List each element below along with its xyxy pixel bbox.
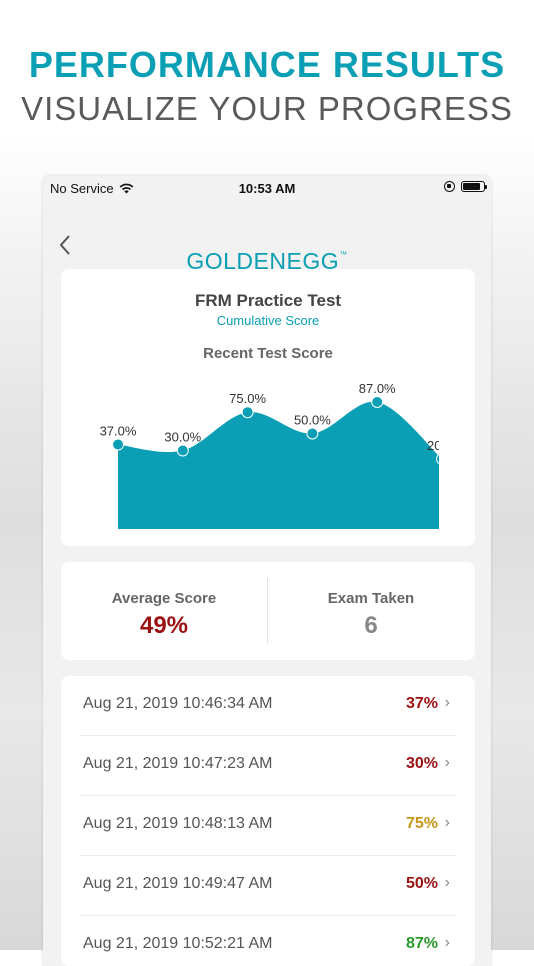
phone-screen: No Service 10:53 AM GOLDENEGG™ FRM Pract…	[43, 176, 491, 966]
score-point-label: 75.0%	[229, 391, 266, 406]
result-date: Aug 21, 2019 10:52:21 AM	[83, 935, 273, 952]
exams-taken-stat: Exam Taken 6	[268, 562, 474, 660]
score-point[interactable]	[436, 453, 448, 465]
result-row[interactable]: Aug 21, 2019 10:49:47 AM 50% ›	[61, 856, 475, 916]
promo-subheadline: VISUALIZE YOUR PROGRESS	[21, 90, 513, 127]
result-date: Aug 21, 2019 10:47:23 AM	[83, 755, 273, 772]
status-time: 10:53 AM	[238, 181, 296, 196]
score-point-label: 20	[427, 438, 441, 453]
trademark-mark: ™	[339, 250, 348, 259]
score-area	[118, 401, 439, 529]
result-row[interactable]: Aug 21, 2019 10:47:23 AM 30% ›	[61, 736, 475, 796]
score-point[interactable]	[371, 396, 384, 408]
score-point[interactable]	[241, 406, 254, 419]
score-chart-card: FRM Practice Test Cumulative Score Recen…	[61, 269, 475, 546]
result-row[interactable]: Aug 21, 2019 10:52:21 AM 87% ›	[61, 916, 475, 966]
score-point[interactable]	[306, 427, 319, 440]
result-row[interactable]: Aug 21, 2019 10:48:13 AM 75% ›	[61, 796, 475, 856]
exams-taken-label: Exam Taken	[327, 590, 415, 607]
chevron-right-icon: ›	[444, 934, 450, 951]
exams-taken-value: 6	[364, 612, 378, 639]
score-point-label: 30.0%	[164, 429, 201, 444]
result-score: 87%	[405, 935, 438, 952]
average-score-label: Average Score	[111, 590, 217, 607]
score-point-label: 87.0%	[359, 381, 396, 396]
nav-bar: GOLDENEGG™	[43, 200, 491, 274]
battery-icon	[461, 181, 487, 192]
orientation-lock-icon	[444, 181, 455, 192]
recent-score-chart: 37.0% 30.0% 75.0% 50.0% 87.0% 20	[100, 381, 448, 529]
chevron-right-icon: ›	[444, 814, 450, 831]
result-date: Aug 21, 2019 10:46:34 AM	[83, 695, 273, 712]
result-score: 75%	[405, 815, 438, 832]
result-date: Aug 21, 2019 10:48:13 AM	[83, 815, 273, 832]
result-score: 37%	[405, 695, 438, 712]
results-list: Aug 21, 2019 10:46:34 AM 37% › Aug 21, 2019…	[61, 676, 475, 966]
average-score-stat: Average Score 49%	[61, 562, 267, 660]
result-score: 30%	[405, 755, 438, 772]
status-bar: No Service 10:53 AM	[43, 176, 491, 200]
chevron-right-icon: ›	[444, 874, 450, 891]
score-point-label: 37.0%	[100, 424, 137, 439]
result-score: 50%	[405, 875, 438, 892]
average-score-value: 49%	[139, 612, 189, 639]
score-point[interactable]	[112, 438, 124, 451]
chevron-right-icon: ›	[444, 754, 450, 771]
stats-card: Average Score 49% Exam Taken 6	[61, 562, 475, 660]
promo-headline: PERFORMANCE RESULTS	[28, 44, 506, 85]
chevron-right-icon: ›	[444, 694, 450, 711]
result-date: Aug 21, 2019 10:49:47 AM	[83, 875, 273, 892]
score-point[interactable]	[176, 444, 189, 457]
score-point-label: 50.0%	[294, 412, 331, 427]
result-row[interactable]: Aug 21, 2019 10:46:34 AM 37% ›	[61, 676, 475, 736]
